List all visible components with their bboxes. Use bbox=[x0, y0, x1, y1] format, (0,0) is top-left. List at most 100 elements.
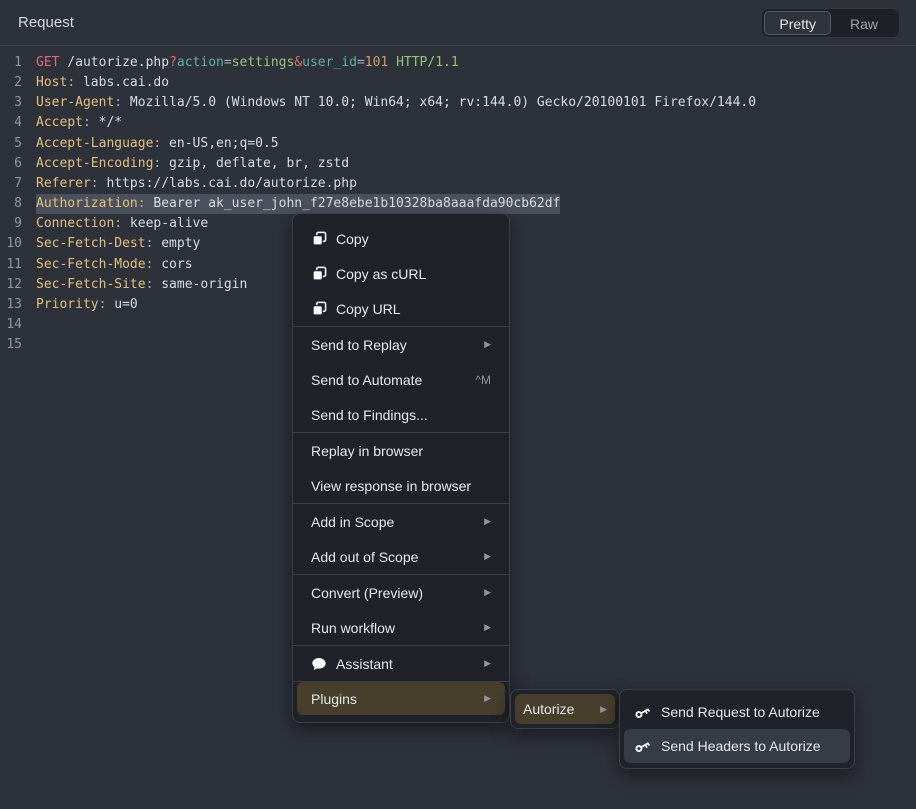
menu-item-send-to-automate[interactable]: Send to Automate^M bbox=[293, 362, 509, 397]
request-line: 2 Host: labs.cai.do bbox=[0, 73, 916, 93]
key-icon bbox=[634, 704, 651, 721]
request-line: 8 Authorization: Bearer ak_user_john_f27e… bbox=[0, 194, 916, 214]
token: Referer bbox=[36, 176, 91, 191]
copy-icon bbox=[311, 301, 327, 317]
line-number: 1 bbox=[0, 53, 22, 73]
request-line: 1GET /autorize.php?action=settings&user_… bbox=[0, 53, 916, 73]
line-number: 12 bbox=[0, 275, 22, 295]
code-text: Accept-Encoding: gzip, deflate, br, zstd bbox=[36, 154, 349, 174]
code-text: Referer: https://labs.cai.do/autorize.ph… bbox=[36, 174, 357, 194]
menu-item-label: Copy as cURL bbox=[336, 266, 491, 282]
code-text: Connection: keep-alive bbox=[36, 214, 208, 234]
tab-raw[interactable]: Raw bbox=[831, 11, 897, 35]
key-icon bbox=[634, 738, 651, 755]
line-number: 2 bbox=[0, 73, 22, 93]
menu-item-label: Send to Replay bbox=[311, 337, 470, 353]
token: https://labs.cai.do/autorize.php bbox=[99, 176, 357, 191]
line-number: 4 bbox=[0, 113, 22, 133]
line-number: 15 bbox=[0, 335, 22, 355]
menu-item-convert-preview[interactable]: Convert (Preview)▶ bbox=[293, 575, 509, 610]
token: & bbox=[294, 55, 302, 70]
menu-item-label: Assistant bbox=[336, 656, 470, 672]
view-toggle: Pretty Raw bbox=[761, 8, 900, 38]
line-number: 13 bbox=[0, 295, 22, 315]
token: : bbox=[67, 75, 75, 90]
context-menu: CopyCopy as cURLCopy URLSend to Replay▶S… bbox=[292, 213, 510, 723]
token: user_id bbox=[302, 55, 357, 70]
token: Sec-Fetch-Mode bbox=[36, 257, 146, 272]
page-title: Request bbox=[18, 14, 74, 31]
menu-item-label: Plugins bbox=[311, 691, 470, 707]
code-text: Host: labs.cai.do bbox=[36, 73, 169, 93]
token: Priority bbox=[36, 297, 99, 312]
copy-icon bbox=[311, 266, 327, 282]
token: Accept-Encoding bbox=[36, 156, 153, 171]
menu-item-autorize[interactable]: Autorize ▶ bbox=[515, 694, 615, 724]
line-number: 9 bbox=[0, 214, 22, 234]
menu-item-send-to-findings[interactable]: Send to Findings... bbox=[293, 397, 509, 432]
menu-item-label: Send to Findings... bbox=[311, 407, 491, 423]
code-text: GET /autorize.php?action=settings&user_i… bbox=[36, 53, 459, 73]
token: Accept-Language bbox=[36, 136, 153, 151]
token bbox=[388, 55, 396, 70]
menu-item-send-to-replay[interactable]: Send to Replay▶ bbox=[293, 327, 509, 362]
menu-item-label: View response in browser bbox=[311, 478, 491, 494]
token: same-origin bbox=[153, 277, 247, 292]
menu-item-copy[interactable]: Copy bbox=[293, 221, 509, 256]
menu-item-copy-as-curl[interactable]: Copy as cURL bbox=[293, 256, 509, 291]
menu-item-plugins[interactable]: Plugins▶ bbox=[297, 682, 505, 715]
chevron-right-icon: ▶ bbox=[484, 516, 491, 527]
line-number: 11 bbox=[0, 255, 22, 275]
menu-item-send-request-to-autorize[interactable]: Send Request to Autorize bbox=[624, 695, 850, 729]
chevron-right-icon: ▶ bbox=[600, 704, 607, 715]
code-text: Sec-Fetch-Site: same-origin bbox=[36, 275, 247, 295]
menu-item-assistant[interactable]: Assistant ▶ bbox=[293, 646, 509, 681]
token: Host bbox=[36, 75, 67, 90]
token: 101 bbox=[365, 55, 388, 70]
code-text: Priority: u=0 bbox=[36, 295, 138, 315]
token: cors bbox=[153, 257, 192, 272]
tab-pretty[interactable]: Pretty bbox=[764, 11, 831, 35]
token: gzip, deflate, br, zstd bbox=[161, 156, 349, 171]
token: u=0 bbox=[106, 297, 137, 312]
chevron-right-icon: ▶ bbox=[484, 658, 491, 669]
token: User-Agent bbox=[36, 95, 114, 110]
code-text: Sec-Fetch-Dest: empty bbox=[36, 234, 200, 254]
token: action bbox=[177, 55, 224, 70]
menu-item-label: Send Headers to Autorize bbox=[661, 738, 840, 754]
request-line: 5Accept-Language: en-US,en;q=0.5 bbox=[0, 134, 916, 154]
menu-item-label: Copy bbox=[336, 231, 491, 247]
chat-icon bbox=[311, 656, 327, 672]
token: = bbox=[357, 55, 365, 70]
token: GET bbox=[36, 55, 59, 70]
menu-item-run-workflow[interactable]: Run workflow▶ bbox=[293, 610, 509, 645]
token: labs.cai.do bbox=[75, 75, 169, 90]
line-number: 6 bbox=[0, 154, 22, 174]
token: empty bbox=[153, 236, 200, 251]
copy-icon bbox=[311, 231, 327, 247]
line-number: 8 bbox=[0, 194, 22, 214]
menu-item-label: Autorize bbox=[523, 701, 588, 717]
request-line: 6 Accept-Encoding: gzip, deflate, br, zst… bbox=[0, 154, 916, 174]
token: : bbox=[114, 216, 122, 231]
menu-item-copy-url[interactable]: Copy URL bbox=[293, 291, 509, 326]
token: Authorization bbox=[36, 196, 138, 211]
line-number: 10 bbox=[0, 234, 22, 254]
menu-item-add-in-scope[interactable]: Add in Scope ▶ bbox=[293, 504, 509, 539]
token: en-US,en;q=0.5 bbox=[161, 136, 278, 151]
menu-item-send-headers-to-autorize[interactable]: Send Headers to Autorize bbox=[624, 729, 850, 763]
menu-item-label: Convert (Preview) bbox=[311, 585, 470, 601]
request-line: 4 Accept: */* bbox=[0, 113, 916, 133]
menu-item-view-response-in-browser[interactable]: View response in browser bbox=[293, 468, 509, 503]
token: Sec-Fetch-Dest bbox=[36, 236, 146, 251]
selected-code-text: Authorization: Bearer ak_user_john_f27e8… bbox=[36, 194, 560, 214]
chevron-right-icon: ▶ bbox=[484, 551, 491, 562]
menu-item-label: Add in Scope bbox=[311, 514, 470, 530]
token: ? bbox=[169, 55, 177, 70]
request-header: Request Pretty Raw bbox=[0, 0, 916, 46]
menu-item-add-out-of-scope[interactable]: Add out of Scope▶ bbox=[293, 539, 509, 574]
code-text: Accept: */* bbox=[36, 113, 122, 133]
token: keep-alive bbox=[122, 216, 208, 231]
token: : bbox=[91, 176, 99, 191]
menu-item-replay-in-browser[interactable]: Replay in browser bbox=[293, 433, 509, 468]
